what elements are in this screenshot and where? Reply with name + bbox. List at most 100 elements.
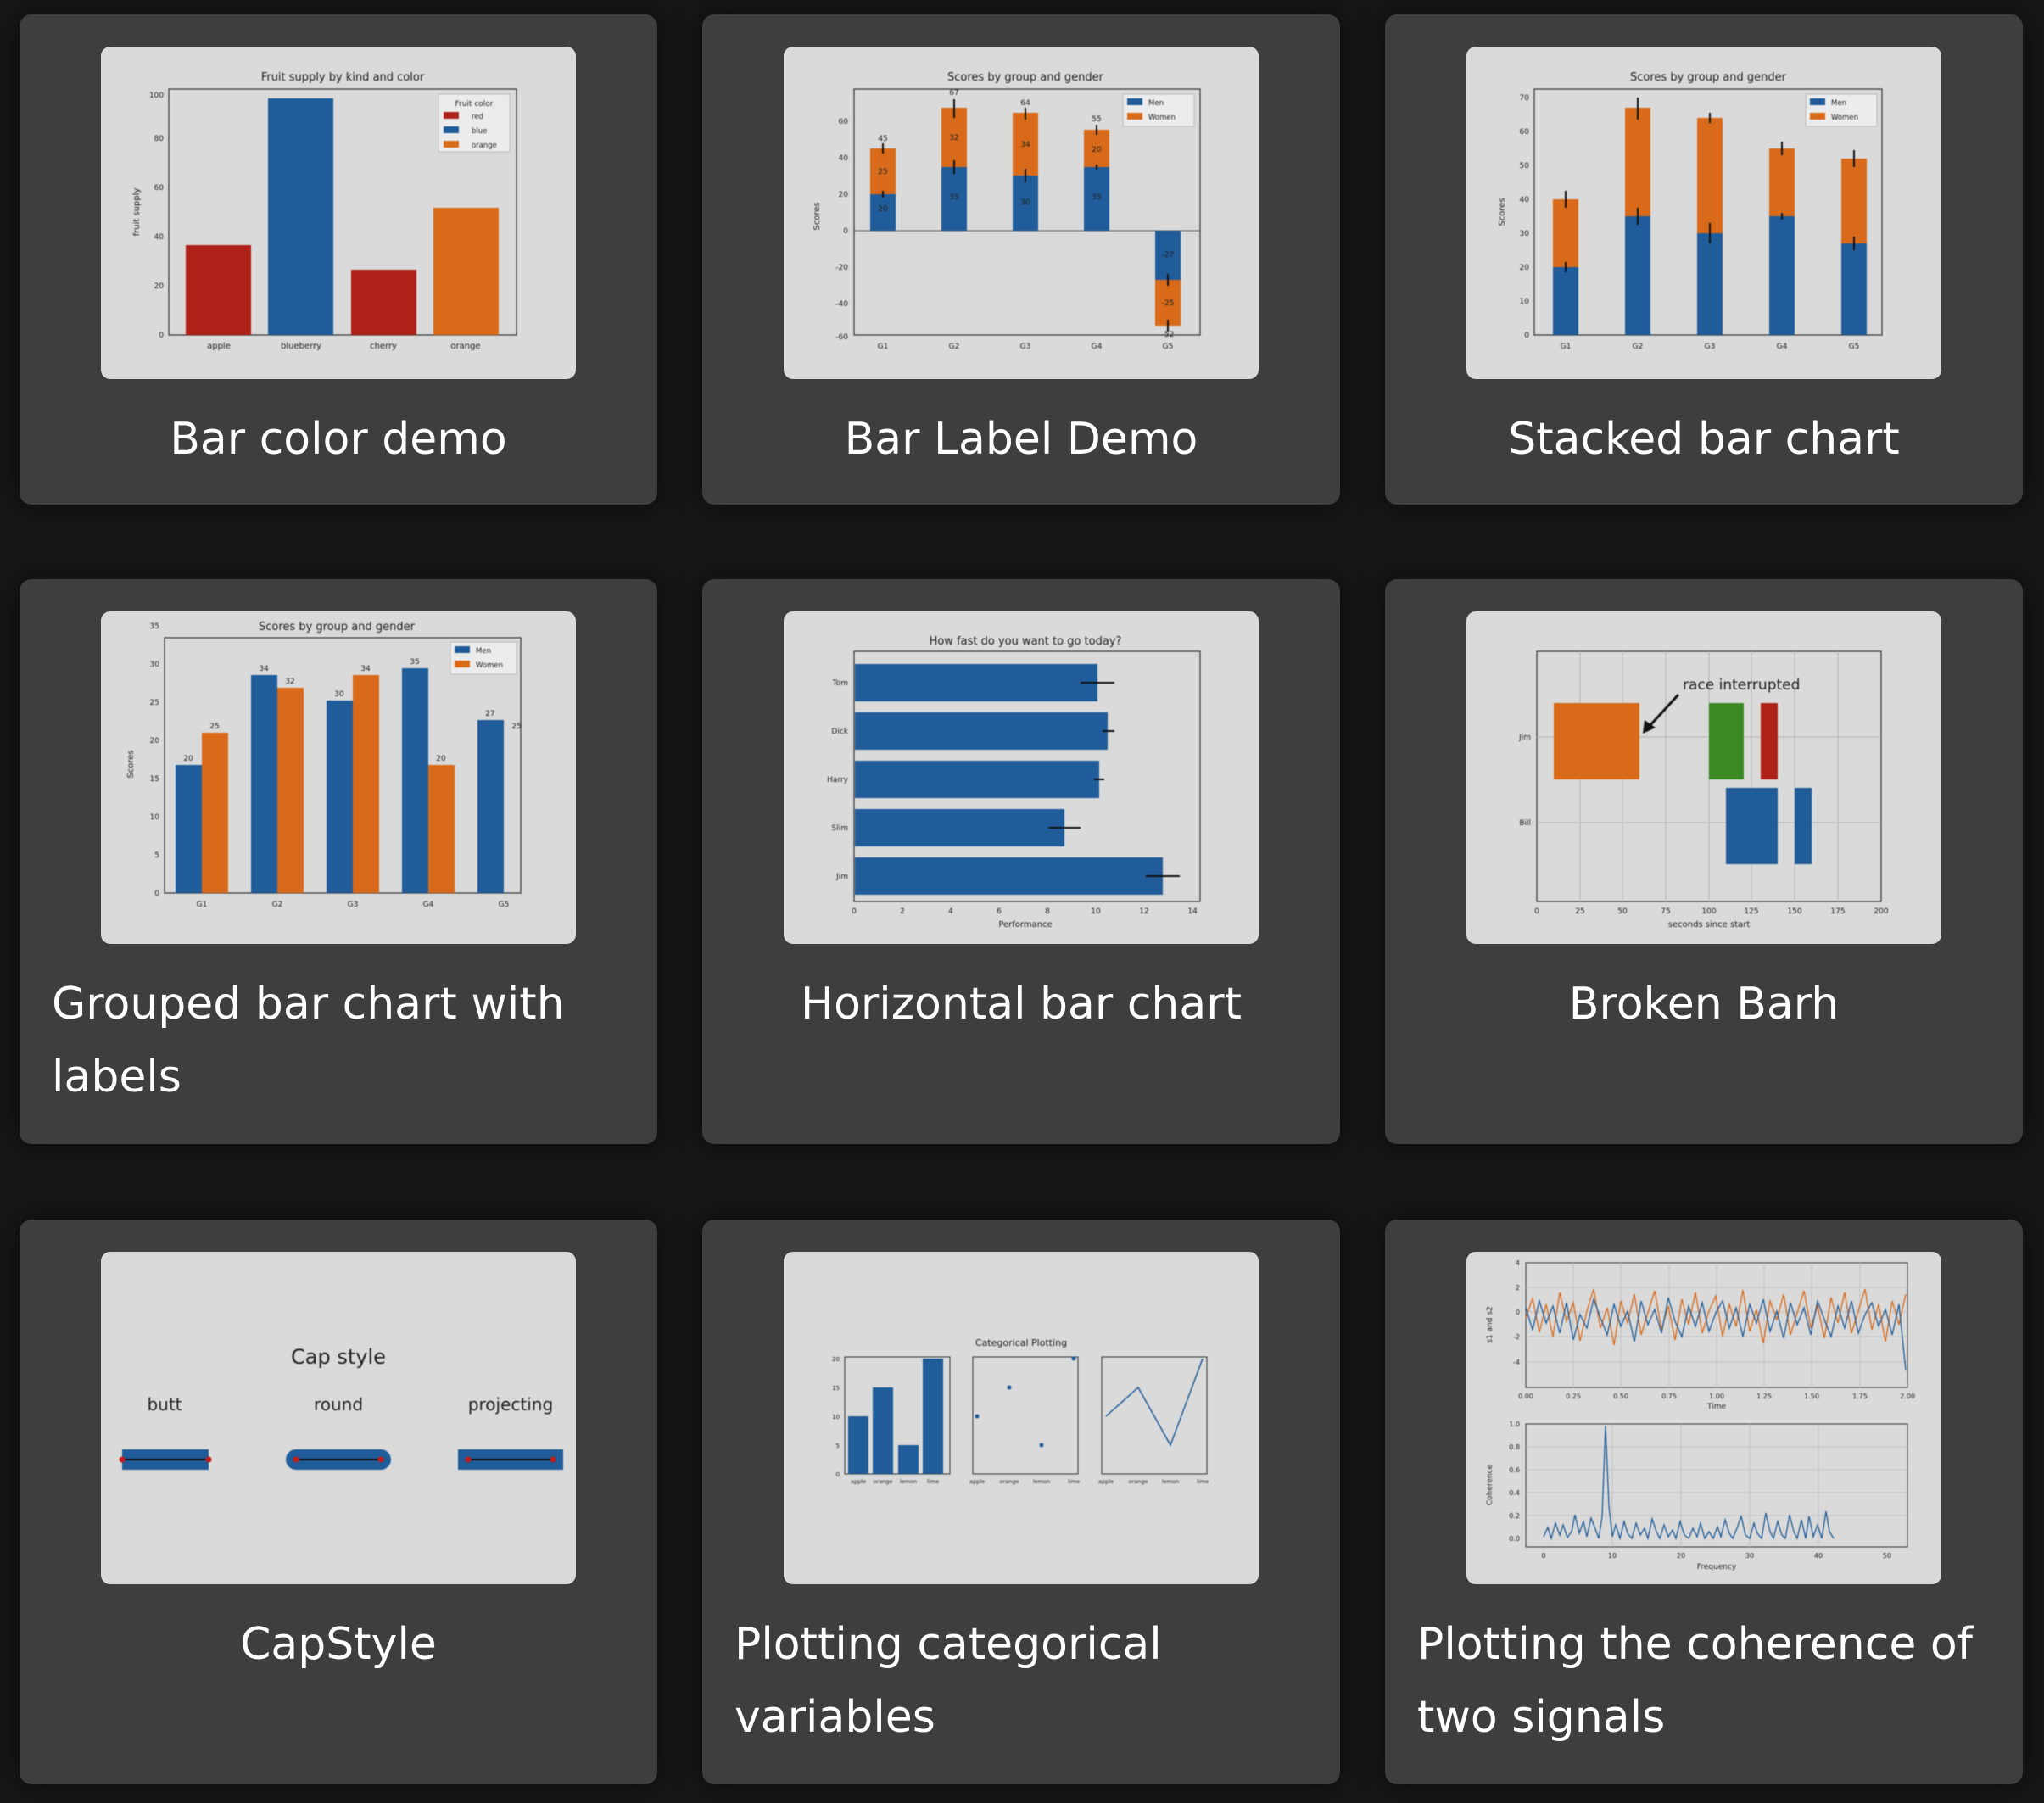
x-tick: 8 <box>1045 907 1050 916</box>
bar-label: 30 <box>334 690 344 699</box>
x-tick: G2 <box>949 343 960 351</box>
gallery-card-horizontal-bar-chart[interactable]: How fast do you want to go today? Tom Di… <box>702 579 1340 1144</box>
y-tick: 70 <box>1520 94 1530 103</box>
y-tick: 15 <box>832 1385 840 1392</box>
figure-title: Cap style <box>291 1345 386 1369</box>
legend-label: red <box>472 113 483 121</box>
y-tick: -40 <box>835 300 848 309</box>
figure-title: Categorical Plotting <box>975 1337 1067 1348</box>
y-tick: 20 <box>150 737 160 745</box>
x-tick: 1.75 <box>1852 1393 1868 1400</box>
x-tick: 200 <box>1874 907 1888 916</box>
x-tick: 0 <box>852 907 857 916</box>
gallery-card-categorical-variables[interactable]: Categorical Plotting 0 5 10 15 20 apple <box>702 1220 1340 1784</box>
gallery-card-bar-color-demo[interactable]: Fruit supply by kind and color fruit sup… <box>20 14 657 505</box>
x-tick: G4 <box>1092 343 1103 351</box>
x-tick: lemon <box>1033 1478 1050 1485</box>
x-tick: 25 <box>1575 907 1584 916</box>
card-title[interactable]: Plotting the coherence of two signals <box>1417 1608 1991 1754</box>
x-tick: 12 <box>1139 907 1148 916</box>
thumbnail-horizontal-bar-chart[interactable]: How fast do you want to go today? Tom Di… <box>784 611 1259 944</box>
gallery-card-broken-barh[interactable]: race interrupted Jim Bill 0 25 50 75 100… <box>1385 579 2023 1144</box>
legend-title: Fruit color <box>455 100 494 109</box>
gallery-card-grouped-bar-chart[interactable]: Scores by group and gender Scores 0 5 10… <box>20 579 657 1144</box>
bar-label: 35 <box>1092 193 1101 202</box>
thumbnail-coherence[interactable]: s1 and s2 4 2 0 -2 -4 0.00 0.25 0.50 0.7… <box>1466 1252 1941 1584</box>
x-tick: 100 <box>1701 907 1716 916</box>
y-tick: 40 <box>839 154 849 163</box>
y-axis-label: Scores <box>126 750 136 778</box>
y-tick: 4 <box>1516 1259 1520 1267</box>
thumbnail-categorical-variables[interactable]: Categorical Plotting 0 5 10 15 20 apple <box>784 1252 1259 1584</box>
x-tick: orange <box>874 1478 893 1485</box>
thumbnail-grouped-bar-chart[interactable]: Scores by group and gender Scores 0 5 10… <box>101 611 576 944</box>
x-tick: 4 <box>948 907 953 916</box>
chart-title: Scores by group and gender <box>1630 71 1787 84</box>
x-tick: 175 <box>1830 907 1845 916</box>
thumbnail-stacked-bar-chart[interactable]: Scores by group and gender Scores 0 10 2… <box>1466 47 1941 379</box>
y-tick: 10 <box>832 1414 840 1421</box>
card-title[interactable]: Bar color demo <box>52 403 625 476</box>
bar-label: 64 <box>1020 99 1030 108</box>
gallery-card-stacked-bar-chart[interactable]: Scores by group and gender Scores 0 10 2… <box>1385 14 2023 505</box>
y-tick: Tom <box>832 679 848 688</box>
x-tick: G3 <box>348 901 359 909</box>
y-tick: 60 <box>1520 128 1530 137</box>
y-tick: -2 <box>1513 1333 1520 1341</box>
bar-label: 20 <box>436 755 446 763</box>
card-title[interactable]: CapStyle <box>52 1608 625 1681</box>
y-tick: 0.4 <box>1509 1489 1520 1497</box>
x-axis-label: Performance <box>998 920 1052 929</box>
x-tick: 2.00 <box>1900 1393 1915 1400</box>
bar-label: 20 <box>183 755 193 763</box>
y-tick: 20 <box>154 282 165 291</box>
y-tick: 0.0 <box>1509 1535 1520 1543</box>
legend-label: Men <box>1148 99 1164 108</box>
bar-color-chart: Fruit supply by kind and color fruit sup… <box>132 71 517 351</box>
thumbnail-capstyle[interactable]: Cap style butt round projecting <box>101 1252 576 1584</box>
x-tick: 1.50 <box>1804 1393 1819 1400</box>
card-title[interactable]: Horizontal bar chart <box>734 968 1308 1041</box>
bar-label: 67 <box>949 89 958 98</box>
coherence-plot: s1 and s2 4 2 0 -2 -4 0.00 0.25 0.50 0.7… <box>1486 1259 1915 1571</box>
y-tick: 80 <box>154 135 165 143</box>
card-title[interactable]: Plotting categorical variables <box>734 1608 1308 1754</box>
y-tick: 40 <box>154 233 165 242</box>
broken-barh-chart: race interrupted Jim Bill 0 25 50 75 100… <box>1518 650 1889 929</box>
y-tick: 35 <box>150 622 159 631</box>
x-tick: 0.25 <box>1566 1393 1581 1400</box>
coherence-line <box>1543 1425 1835 1541</box>
gallery-card-capstyle[interactable]: Cap style butt round projecting CapStyle <box>20 1220 657 1784</box>
chart-title: Scores by group and gender <box>947 71 1104 84</box>
x-tick: G4 <box>1777 343 1788 351</box>
legend-label: Men <box>1831 99 1846 108</box>
thumbnail-broken-barh[interactable]: race interrupted Jim Bill 0 25 50 75 100… <box>1466 611 1941 944</box>
cap-label: projecting <box>468 1394 553 1415</box>
y-tick: 20 <box>1520 264 1530 272</box>
card-title[interactable]: Broken Barh <box>1417 968 1991 1041</box>
y-tick: 0 <box>1524 332 1529 340</box>
bar-label: 27 <box>485 710 494 718</box>
gallery-card-coherence[interactable]: s1 and s2 4 2 0 -2 -4 0.00 0.25 0.50 0.7… <box>1385 1220 2023 1784</box>
thumbnail-bar-label-demo[interactable]: Scores by group and gender Scores 60 40 … <box>784 47 1259 379</box>
x-tick: orange <box>1129 1478 1148 1485</box>
x-tick: G1 <box>878 343 889 351</box>
bar <box>433 208 499 335</box>
x-tick: 150 <box>1787 907 1801 916</box>
x-tick: 6 <box>997 907 1002 916</box>
y-tick: 0 <box>843 227 848 236</box>
thumbnail-bar-color-demo[interactable]: Fruit supply by kind and color fruit sup… <box>101 47 576 379</box>
card-title[interactable]: Stacked bar chart <box>1417 403 1991 476</box>
card-title[interactable]: Bar Label Demo <box>734 403 1308 476</box>
gallery-card-bar-label-demo[interactable]: Scores by group and gender Scores 60 40 … <box>702 14 1340 505</box>
y-tick: 2 <box>1516 1284 1520 1292</box>
y-tick: 40 <box>1520 196 1530 204</box>
y-tick: 100 <box>149 92 164 100</box>
x-tick: G1 <box>1561 343 1572 351</box>
y-tick: Jim <box>1518 734 1531 742</box>
card-title[interactable]: Grouped bar chart with labels <box>52 968 625 1114</box>
stacked-bar-chart: Scores by group and gender Scores 0 10 2… <box>1498 71 1883 351</box>
x-tick: lime <box>1197 1478 1209 1485</box>
x-tick: G3 <box>1705 343 1716 351</box>
legend-label: Women <box>1148 114 1176 122</box>
